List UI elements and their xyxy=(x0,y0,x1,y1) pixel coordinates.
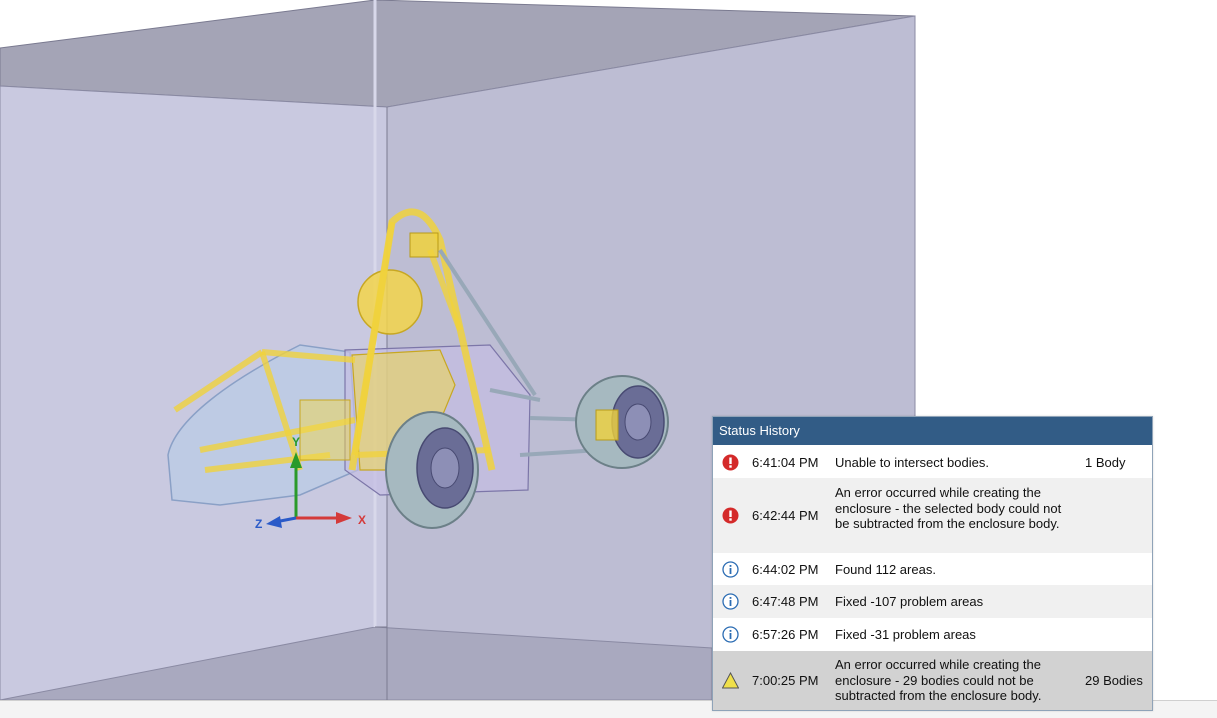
camera-mount xyxy=(409,232,439,258)
status-message: Fixed -31 problem areas xyxy=(835,627,976,642)
status-entry[interactable]: 7:00:25 PM An error occurred while creat… xyxy=(713,651,1152,710)
status-entry[interactable]: 6:57:26 PM Fixed -31 problem areas xyxy=(713,618,1152,651)
status-message: Found 112 areas. xyxy=(835,562,936,577)
status-entry[interactable]: 6:41:04 PM Unable to intersect bodies. 1… xyxy=(713,446,1152,478)
info-icon xyxy=(722,593,739,610)
status-time: 6:57:26 PM xyxy=(752,627,819,642)
status-entry[interactable]: 6:42:44 PM An error occurred while creat… xyxy=(713,478,1152,553)
front-wheel xyxy=(385,411,479,529)
status-time: 6:42:44 PM xyxy=(752,508,819,523)
error-icon xyxy=(722,507,739,524)
status-time: 7:00:25 PM xyxy=(752,673,819,688)
status-time: 6:47:48 PM xyxy=(752,594,819,609)
status-history-panel: Status History 6:41:04 PM Unable to inte… xyxy=(712,416,1153,711)
x-axis-label: X xyxy=(358,513,366,527)
status-entry[interactable]: 6:44:02 PM Found 112 areas. xyxy=(713,553,1152,585)
driver-helmet xyxy=(357,269,423,335)
rear-wheel xyxy=(575,375,669,469)
status-time: 6:44:02 PM xyxy=(752,562,819,577)
status-time: 6:41:04 PM xyxy=(752,455,819,470)
status-count: 29 Bodies xyxy=(1085,673,1143,688)
status-message: An error occurred while creating the enc… xyxy=(835,657,1042,703)
status-message: Unable to intersect bodies. xyxy=(835,455,989,470)
info-icon xyxy=(722,561,739,578)
z-axis-label: Z xyxy=(255,517,262,531)
warning-icon xyxy=(722,672,739,689)
y-axis-label: Y xyxy=(292,435,300,449)
status-message: Fixed -107 problem areas xyxy=(835,594,984,609)
info-icon xyxy=(722,626,739,643)
error-icon xyxy=(722,454,739,471)
steering-column xyxy=(299,399,351,461)
status-history-title: Status History xyxy=(713,417,1152,445)
status-message: An error occurred while creating the enc… xyxy=(835,485,1062,531)
status-entry[interactable]: 6:47:48 PM Fixed -107 problem areas xyxy=(713,585,1152,618)
status-count: 1 Body xyxy=(1085,455,1126,470)
